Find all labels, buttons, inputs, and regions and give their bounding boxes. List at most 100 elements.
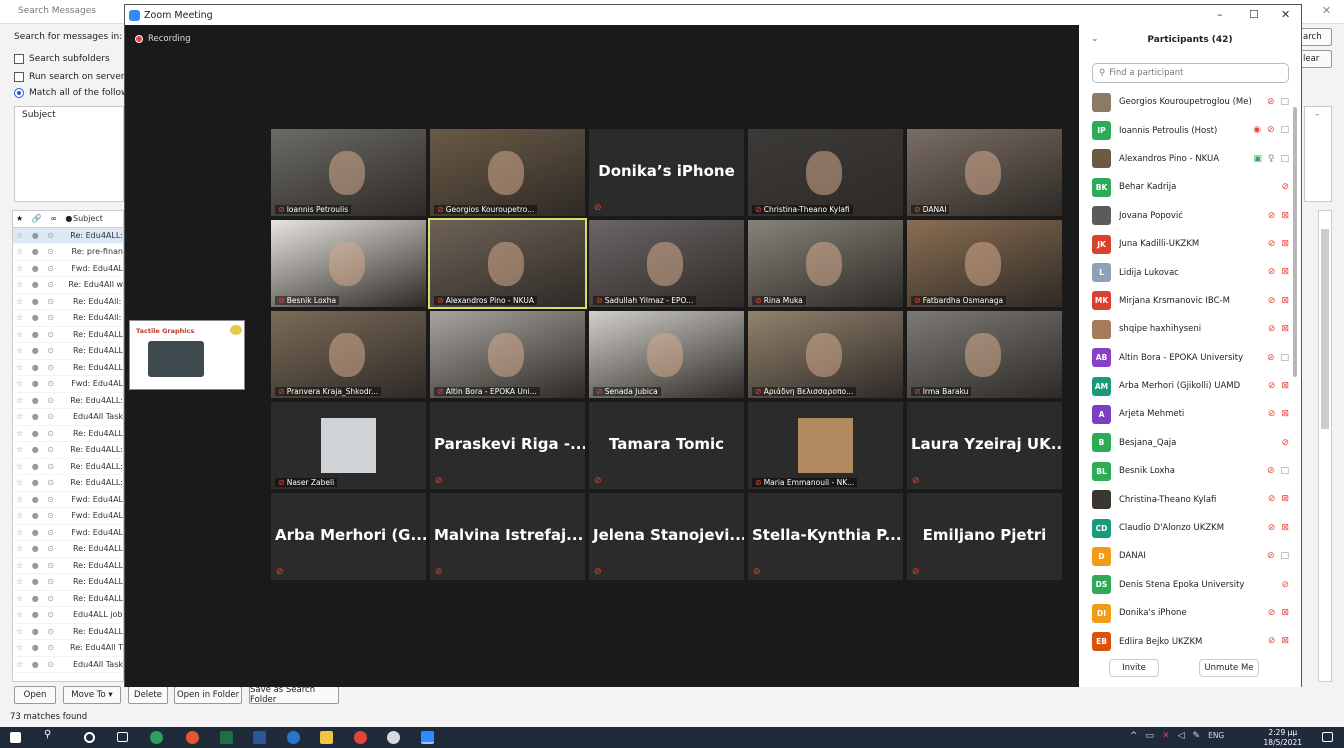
- message-flags-icon[interactable]: ☆ ● ⊙: [13, 247, 72, 256]
- notifications-icon[interactable]: [1322, 732, 1333, 742]
- video-tile[interactable]: ⊘ DANAI: [907, 129, 1062, 216]
- message-list-scrollbar[interactable]: [1318, 210, 1332, 682]
- participant-row[interactable]: A Arjeta Mehmeti ⊘ ⊠: [1079, 400, 1289, 428]
- message-flags-icon[interactable]: ☆ ● ⊙: [13, 643, 70, 652]
- message-row[interactable]: ☆ ● ⊙ Re: Edu4All:: [13, 294, 123, 310]
- participant-row[interactable]: DS Denis Stena Epoka University ⊘: [1079, 571, 1289, 599]
- word-icon[interactable]: [253, 731, 266, 744]
- message-row[interactable]: ☆ ● ⊙ Edu4All Task: [13, 409, 123, 426]
- message-row[interactable]: ☆ ● ⊙ Re: Edu4ALL:: [13, 475, 123, 492]
- message-row[interactable]: ☆ ● ⊙ Re: Edu4ALL: [13, 574, 123, 591]
- file-explorer-icon[interactable]: [320, 731, 333, 744]
- video-tile[interactable]: Tamara Tomic ⊘: [589, 402, 744, 489]
- message-flags-icon[interactable]: ☆ ● ⊙: [13, 577, 73, 586]
- maximize-icon[interactable]: ☐: [1249, 8, 1259, 21]
- edge-icon[interactable]: [150, 731, 163, 744]
- message-flags-icon[interactable]: ☆ ● ⊙: [13, 412, 73, 421]
- open-button[interactable]: Open: [14, 686, 56, 704]
- search-icon[interactable]: ⚲: [44, 729, 57, 742]
- tray-chevron-icon[interactable]: ^: [1130, 731, 1138, 741]
- participant-row[interactable]: B Besjana_Qaja ⊘: [1079, 429, 1289, 457]
- video-tile[interactable]: Stella-Kynthia P... ⊘: [748, 493, 903, 580]
- message-row[interactable]: ☆ ● ⊙ Re: Edu4ALL: [13, 426, 123, 442]
- participant-row[interactable]: Alexandros Pino - NKUA ▣ ♀ □: [1079, 145, 1289, 173]
- network-icon[interactable]: ▭: [1146, 731, 1155, 741]
- message-flags-icon[interactable]: ☆ ● ⊙: [13, 330, 73, 339]
- video-tile[interactable]: Malvina Istrefaj... ⊘: [430, 493, 585, 580]
- message-row[interactable]: ☆ ● ⊙ Re: Edu4ALL: [13, 591, 123, 607]
- message-flags-icon[interactable]: ☆ ● ⊙: [13, 660, 73, 669]
- video-tile[interactable]: Donika’s iPhone ⊘: [589, 129, 744, 216]
- message-flags-icon[interactable]: ☆ ● ⊙: [13, 429, 73, 438]
- remove-criteria-icon[interactable]: –: [1315, 110, 1320, 120]
- participant-row[interactable]: MK Mirjana Krsmanovic IBC-M ⊘ ⊠: [1079, 287, 1289, 315]
- message-flags-icon[interactable]: ☆ ● ⊙: [13, 280, 68, 289]
- video-tile[interactable]: Emiljano Pjetri ⊘: [907, 493, 1062, 580]
- message-row[interactable]: ☆ ● ⊙ Re: Edu4ALL: [13, 558, 123, 574]
- participant-row[interactable]: DI Donika's iPhone ⊘ ⊠: [1079, 599, 1289, 627]
- participant-row[interactable]: EB Edlira Bejko UKZKM ⊘ ⊠: [1079, 627, 1289, 655]
- participant-row[interactable]: Georgios Kouroupetroglou (Me) ⊘ □: [1079, 88, 1289, 116]
- video-tile[interactable]: ⊘ Georgios Kouroupetro...: [430, 129, 585, 216]
- message-flags-icon[interactable]: ☆ ● ⊙: [13, 462, 70, 471]
- invite-button[interactable]: Invite: [1109, 659, 1159, 677]
- message-list[interactable]: ★ 🔗 ∞ ● Subject ☆ ● ⊙ Re: Edu4ALL: ☆ ● ⊙ Re…: [12, 210, 124, 682]
- video-tile[interactable]: ⊘ Christina-Theano Kylafi: [748, 129, 903, 216]
- message-row[interactable]: ☆ ● ⊙ Edu4ALL job: [13, 607, 123, 624]
- task-view-icon[interactable]: [117, 732, 128, 742]
- clear-button[interactable]: lear: [1300, 50, 1332, 68]
- taskbar-clock[interactable]: 2:29 μμ 18/5/2021: [1264, 728, 1302, 748]
- message-row[interactable]: ☆ ● ⊙ Re: Edu4ALL: [13, 343, 123, 360]
- participant-list-scrollbar[interactable]: [1293, 107, 1297, 377]
- message-row[interactable]: ☆ ● ⊙ Re: Edu4All:: [13, 310, 123, 327]
- delete-button[interactable]: Delete: [128, 686, 168, 704]
- participant-search-input[interactable]: ⚲ Find a participant: [1092, 63, 1289, 83]
- message-flags-icon[interactable]: ☆ ● ⊙: [13, 528, 71, 537]
- message-row[interactable]: ☆ ● ⊙ Fwd: Edu4AL: [13, 508, 123, 525]
- message-flags-icon[interactable]: ☆ ● ⊙: [13, 544, 73, 553]
- app-icon[interactable]: [387, 731, 400, 744]
- video-tile[interactable]: ⊘ Maria Emmanouil - NK...: [748, 402, 903, 489]
- message-flags-icon[interactable]: ☆ ● ⊙: [13, 396, 70, 405]
- message-flags-icon[interactable]: ☆ ● ⊙: [13, 495, 71, 504]
- message-row[interactable]: ☆ ● ⊙ Re: Edu4All T: [13, 640, 123, 657]
- video-tile[interactable]: ⊘ Fatbardha Osmanaga: [907, 220, 1062, 307]
- open-in-folder-button[interactable]: Open in Folder: [174, 686, 242, 704]
- message-row[interactable]: ☆ ● ⊙ Re: Edu4All w: [13, 277, 123, 294]
- search-subfolders-row[interactable]: Search subfolders: [14, 54, 110, 64]
- message-row[interactable]: ☆ ● ⊙ Edu4All Task: [13, 657, 123, 673]
- message-flags-icon[interactable]: ☆ ● ⊙: [13, 478, 70, 487]
- search-button[interactable]: arch: [1300, 28, 1332, 46]
- run-on-server-checkbox[interactable]: [14, 72, 24, 82]
- message-flags-icon[interactable]: ☆ ● ⊙: [13, 264, 71, 273]
- participant-row[interactable]: AM Arba Merhori (Gjikolli) UAMD ⊘ ⊠: [1079, 372, 1289, 400]
- match-all-radio[interactable]: [14, 88, 24, 98]
- video-tile[interactable]: ⊘ Altin Bora - EPOKA Uni...: [430, 311, 585, 398]
- powerpoint-icon[interactable]: [186, 731, 199, 744]
- message-flags-icon[interactable]: ☆ ● ⊙: [13, 445, 70, 454]
- video-tile[interactable]: ⊘ Αριάδνη Βελισσαροπο...: [748, 311, 903, 398]
- video-tile[interactable]: ⊘ Naser Zabeli: [271, 402, 426, 489]
- thunderbird-icon[interactable]: [287, 731, 300, 744]
- message-row[interactable]: ☆ ● ⊙ Re: Edu4ALL:: [13, 442, 123, 459]
- video-tile[interactable]: ⊘ Ioannis Petroulis: [271, 129, 426, 216]
- chrome-icon[interactable]: [354, 731, 367, 744]
- shared-screen-thumbnail[interactable]: Tactile Graphics: [129, 320, 245, 390]
- message-flags-icon[interactable]: ☆ ● ⊙: [13, 627, 73, 636]
- excel-icon[interactable]: [220, 731, 233, 744]
- message-row[interactable]: ☆ ● ⊙ Fwd: Edu4AL: [13, 492, 123, 508]
- participant-list[interactable]: Georgios Kouroupetroglou (Me) ⊘ □ IP Ioannis…: [1079, 88, 1289, 656]
- video-tile[interactable]: ⊘ Pranvera Kraja_Shkodr...: [271, 311, 426, 398]
- participant-row[interactable]: D DANAI ⊘ □: [1079, 542, 1289, 570]
- zoom-taskbar-icon[interactable]: [421, 731, 434, 744]
- cortana-icon[interactable]: [84, 732, 95, 743]
- column-subject[interactable]: Subject: [73, 214, 103, 223]
- message-row[interactable]: ☆ ● ⊙ Re: Edu4ALL: [13, 327, 123, 343]
- unmute-me-button[interactable]: Unmute Me: [1199, 659, 1259, 677]
- participant-row[interactable]: BK Behar Kadrija ⊘: [1079, 173, 1289, 201]
- minimize-icon[interactable]: –: [1217, 8, 1223, 21]
- participant-row[interactable]: IP Ioannis Petroulis (Host) ◉ ⊘ □: [1079, 116, 1289, 144]
- video-tile[interactable]: ⊘ Sadullah Yilmaz - EPO...: [589, 220, 744, 307]
- message-row[interactable]: ☆ ● ⊙ Re: pre-finan: [13, 244, 123, 261]
- participant-row[interactable]: Jovana Popović ⊘ ⊠: [1079, 202, 1289, 230]
